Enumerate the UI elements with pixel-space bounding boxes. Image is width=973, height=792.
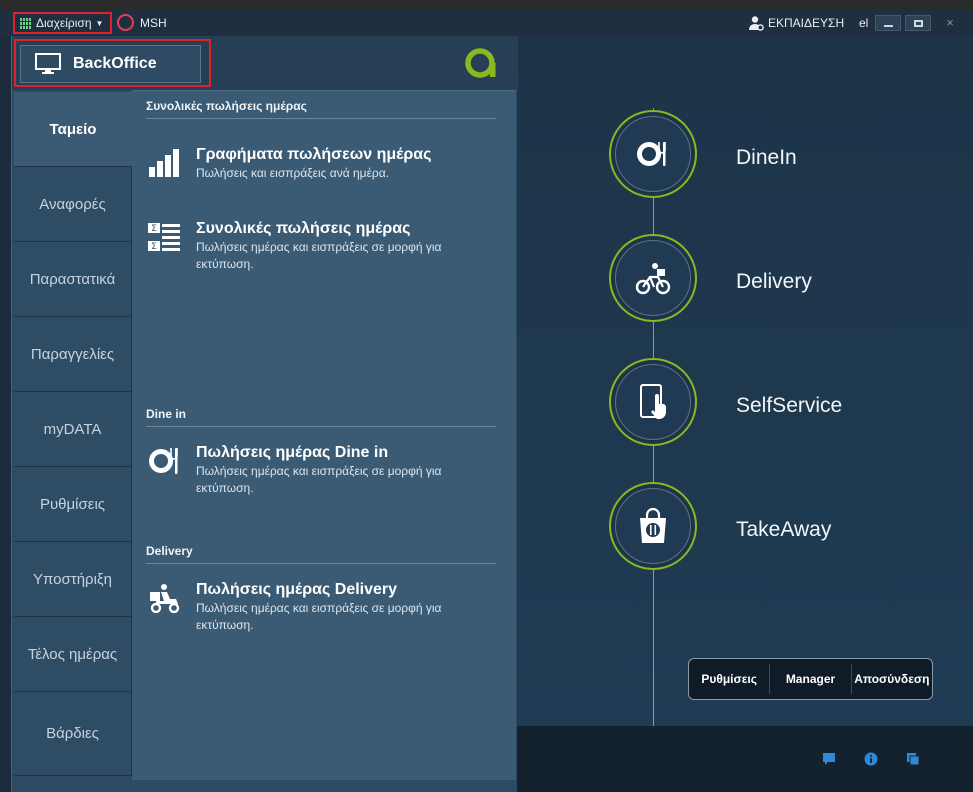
scooter-icon: [150, 584, 180, 613]
sidebar-item-shifts[interactable]: Βάρδιες: [14, 692, 132, 776]
language-selector[interactable]: el: [859, 16, 868, 30]
backoffice-label: BackOffice: [73, 55, 157, 72]
svg-text:Σ: Σ: [151, 242, 157, 252]
sidebar-item-end-of-day[interactable]: Τέλος ημέρας: [14, 617, 132, 692]
bicycle-courier-icon: [635, 263, 671, 295]
minimize-icon: [883, 24, 893, 27]
report-item-dinein-sales[interactable]: Πωλήσεις ημέρας Dine in Πωλήσεις ημέρας …: [146, 443, 496, 497]
channel-delivery-button[interactable]: [609, 234, 697, 322]
item-description: Πωλήσεις ημέρας και εισπράξεις σε μορφή …: [196, 464, 442, 495]
sidebar-item-cash[interactable]: Ταμείο: [14, 92, 132, 167]
channel-selfservice-label[interactable]: SelfService: [736, 394, 842, 418]
report-item-sales-charts[interactable]: Γραφήματα πωλήσεων ημέρας Πωλήσεις και ε…: [146, 145, 496, 182]
app-name: MSH: [140, 15, 167, 30]
sidebar-item-settings[interactable]: Ρυθμίσεις: [14, 467, 132, 542]
user-settings-icon: [749, 16, 764, 31]
channel-delivery-label[interactable]: Delivery: [736, 270, 812, 294]
caret-down-icon: ▼: [95, 18, 104, 28]
backoffice-panel: BackOffice Ταμείο Αναφορές Παραστατικά Π…: [11, 36, 518, 792]
item-description: Πωλήσεις ημέρας και εισπράξεις σε μορφή …: [196, 240, 442, 271]
item-title: Πωλήσεις ημέρας Delivery: [196, 581, 398, 598]
sidebar-item-support[interactable]: Υποστήριξη: [14, 542, 132, 617]
takeaway-bag-icon: [640, 507, 666, 543]
item-title: Γραφήματα πωλήσεων ημέρας: [196, 146, 432, 163]
window-top-strip: [0, 0, 973, 10]
chat-icon[interactable]: [822, 752, 836, 766]
maximize-button[interactable]: [905, 15, 931, 31]
channel-dinein-label[interactable]: DineIn: [736, 146, 797, 170]
status-ring-icon: [117, 14, 134, 31]
content-panel: Συνολικές πωλήσεις ημέρας Γραφήματα πωλή…: [132, 90, 516, 780]
item-description: Πωλήσεις ημέρας και εισπράξεις σε μορφή …: [196, 601, 442, 632]
info-icon[interactable]: [864, 752, 878, 766]
app-indicator[interactable]: MSH: [117, 14, 167, 31]
close-button[interactable]: ×: [940, 15, 960, 31]
title-bar: Διαχείριση ▼ MSH ΕΚΠΑΙΔΕΥΣΗ el ×: [0, 10, 973, 36]
sidebar: Ταμείο Αναφορές Παραστατικά Παραγγελίες …: [14, 92, 132, 776]
section-divider: [146, 563, 496, 564]
channel-takeaway-button[interactable]: [609, 482, 697, 570]
settings-button[interactable]: Ρυθμίσεις: [689, 659, 769, 699]
section-divider: [146, 118, 496, 119]
bar-chart-icon: [149, 149, 179, 177]
section-title: Dine in: [146, 407, 187, 421]
management-menu-button[interactable]: Διαχείριση ▼: [13, 12, 112, 34]
user-menu[interactable]: ΕΚΠΑΙΔΕΥΣΗ: [748, 15, 844, 31]
minimize-button[interactable]: [875, 15, 901, 31]
svg-text:Σ: Σ: [151, 224, 157, 234]
sidebar-item-documents[interactable]: Παραστατικά: [14, 242, 132, 317]
bottom-bar: [517, 726, 973, 792]
management-menu-label: Διαχείριση: [36, 16, 92, 30]
section-divider: [146, 426, 496, 427]
sidebar-item-mydata[interactable]: myDATA: [14, 392, 132, 467]
channel-dinein-button[interactable]: [609, 110, 697, 198]
channel-takeaway-label[interactable]: TakeAway: [736, 518, 831, 542]
main-background: [517, 36, 973, 726]
manager-button[interactable]: Manager: [770, 659, 850, 699]
sidebar-item-orders[interactable]: Παραγγελίες: [14, 317, 132, 392]
action-button-group: Ρυθμίσεις Manager Αποσύνδεση: [688, 658, 933, 700]
item-description: Πωλήσεις και εισπράξεις ανά ημέρα.: [196, 166, 390, 180]
logout-button[interactable]: Αποσύνδεση: [852, 659, 932, 699]
user-name: ΕΚΠΑΙΔΕΥΣΗ: [768, 16, 845, 30]
item-title: Πωλήσεις ημέρας Dine in: [196, 444, 389, 461]
section-title: Delivery: [146, 544, 193, 558]
report-item-total-sales[interactable]: Σ Σ Συνολικές πωλήσεις ημέρας Πωλήσεις η…: [146, 219, 496, 273]
channel-selfservice-button[interactable]: [609, 358, 697, 446]
backoffice-header: BackOffice: [12, 36, 518, 90]
plate-cutlery-icon: [149, 448, 178, 474]
maximize-icon: [913, 19, 923, 27]
sidebar-item-reports[interactable]: Αναφορές: [14, 167, 132, 242]
backoffice-button[interactable]: BackOffice: [14, 39, 211, 87]
plate-cutlery-icon: [637, 142, 666, 166]
report-item-delivery-sales[interactable]: Πωλήσεις ημέρας Delivery Πωλήσεις ημέρας…: [146, 580, 496, 634]
section-title: Συνολικές πωλήσεις ημέρας: [146, 99, 307, 113]
apps-grid-icon: [20, 18, 32, 29]
copy-icon[interactable]: [906, 752, 920, 766]
monitor-icon: [35, 53, 61, 74]
sum-list-icon: Σ Σ: [148, 223, 180, 252]
item-title: Συνολικές πωλήσεις ημέρας: [196, 220, 411, 237]
brand-logo-icon: [465, 48, 496, 78]
touch-tablet-icon: [640, 384, 666, 419]
